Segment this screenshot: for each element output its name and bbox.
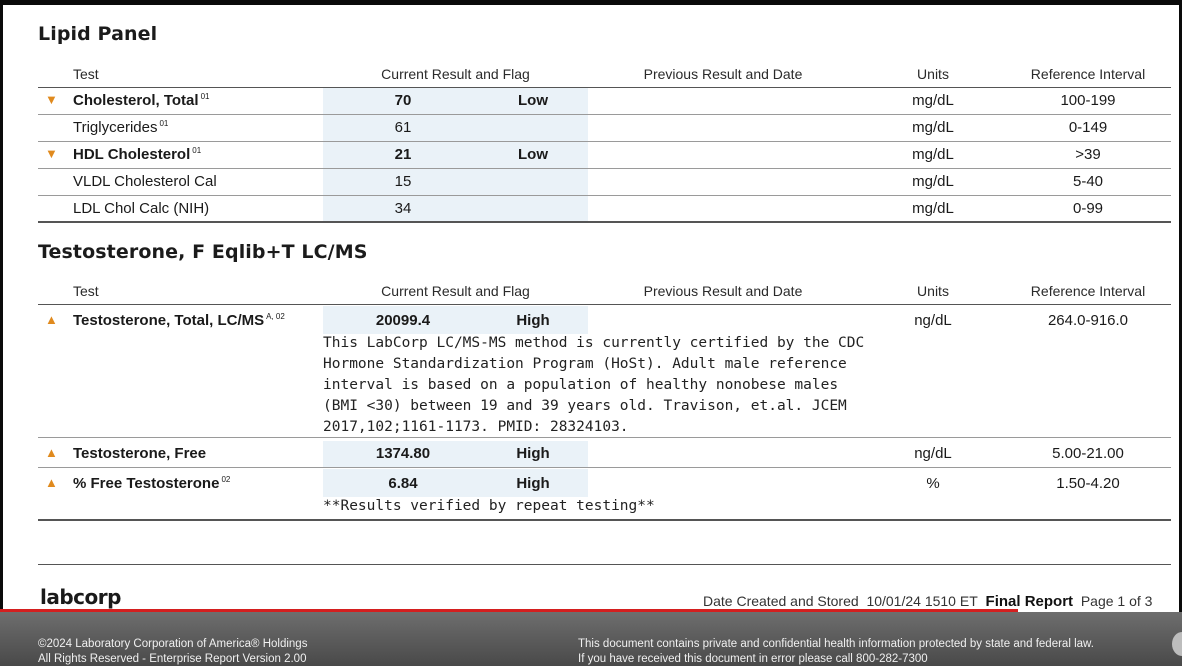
table-row: ▲ Testosterone, Total, LC/MS A, 02 20099.… <box>38 306 1171 438</box>
test-name: VLDL Cholesterol Cal <box>73 173 217 190</box>
reference-interval: 5.00-21.00 <box>1052 445 1124 462</box>
result-value: 1374.80 <box>375 445 431 462</box>
triangle-down-icon: ▼ <box>45 146 58 161</box>
result-value: 34 <box>394 200 412 217</box>
reference-interval: 264.0-916.0 <box>1047 312 1129 329</box>
units: ng/dL <box>914 312 952 329</box>
reference-interval: 1.50-4.20 <box>1056 475 1120 492</box>
date-label: Date Created and Stored <box>703 593 859 609</box>
testosterone-header-row: Test Current Result and Flag Previous Re… <box>38 277 1171 305</box>
units: mg/dL <box>912 119 954 136</box>
reference-interval: 5-40 <box>1072 173 1104 190</box>
units: % <box>926 475 940 492</box>
test-name: LDL Chol Calc (NIH) <box>73 200 210 217</box>
result-flag: High <box>516 445 550 462</box>
test-name: % Free Testosterone 02 <box>73 475 231 492</box>
report-page: Lipid Panel Test Current Result and Flag… <box>3 5 1179 666</box>
reference-interval: 100-199 <box>1060 92 1116 109</box>
test-name: Testosterone, Free <box>73 445 207 462</box>
triangle-down-icon: ▼ <box>45 92 58 107</box>
table-row: ▼ HDL Cholesterol 01 21 Low mg/dL >39 <box>38 142 1171 169</box>
report-meta: Date Created and Stored 10/01/24 1510 ET… <box>703 593 1152 610</box>
units: mg/dL <box>912 173 954 190</box>
result-flag: Low <box>518 92 548 109</box>
final-report-label: Final Report <box>985 593 1074 610</box>
labcorp-logo: labcorp <box>40 585 121 609</box>
reference-interval: 0-149 <box>1068 119 1108 136</box>
copyright-text: ©2024 Laboratory Corporation of America®… <box>38 638 308 665</box>
header-reference: Reference Interval <box>1030 283 1146 299</box>
header-previous: Previous Result and Date <box>643 283 803 299</box>
result-flag: Low <box>518 146 548 163</box>
header-reference: Reference Interval <box>1030 66 1146 82</box>
triangle-up-icon: ▲ <box>45 312 58 327</box>
triangle-up-icon: ▲ <box>45 475 58 490</box>
testosterone-title: Testosterone, F Eqlib+T LC/MS <box>38 241 368 263</box>
units: ng/dL <box>914 445 952 462</box>
result-comment: This LabCorp LC/MS-MS method is currentl… <box>323 335 865 435</box>
header-current: Current Result and Flag <box>381 283 530 299</box>
header-current: Current Result and Flag <box>381 66 530 82</box>
table-row: ▲ % Free Testosterone 02 6.84 High % 1.50… <box>38 469 1171 521</box>
result-value: 20099.4 <box>375 312 431 329</box>
result-value: 15 <box>394 173 412 190</box>
video-progress-bar[interactable] <box>0 609 1018 612</box>
header-test: Test <box>73 66 99 82</box>
date-value: 10/01/24 1510 ET <box>866 593 978 609</box>
triangle-up-icon: ▲ <box>45 445 58 460</box>
header-units: Units <box>917 66 949 82</box>
result-value: 61 <box>394 119 412 136</box>
result-value: 21 <box>394 146 412 163</box>
table-row: ▼ Cholesterol, Total 01 70 Low mg/dL 100-… <box>38 88 1171 115</box>
table-row: ▲ Testosterone, Free 1374.80 High ng/dL … <box>38 441 1171 468</box>
result-comment: **Results verified by repeat testing** <box>323 498 655 514</box>
privacy-notice: This document contains private and confi… <box>578 638 1094 665</box>
test-name: Testosterone, Total, LC/MS A, 02 <box>73 312 285 329</box>
table-row: LDL Chol Calc (NIH) 34 mg/dL 0-99 <box>38 196 1171 223</box>
table-row: Triglycerides 01 61 mg/dL 0-149 <box>38 115 1171 142</box>
test-name: Cholesterol, Total 01 <box>73 92 210 109</box>
result-value: 70 <box>394 92 412 109</box>
header-previous: Previous Result and Date <box>643 66 803 82</box>
test-name: Triglycerides 01 <box>73 119 169 136</box>
result-flag: High <box>516 475 550 492</box>
reference-interval: 0-99 <box>1072 200 1104 217</box>
test-name: HDL Cholesterol 01 <box>73 146 202 163</box>
units: mg/dL <box>912 146 954 163</box>
result-flag: High <box>516 312 550 329</box>
reference-interval: >39 <box>1075 146 1101 163</box>
table-row: VLDL Cholesterol Cal 15 mg/dL 5-40 <box>38 169 1171 196</box>
page-number: Page 1 of 3 <box>1080 593 1153 609</box>
lipid-header-row: Test Current Result and Flag Previous Re… <box>38 60 1171 88</box>
units: mg/dL <box>912 200 954 217</box>
units: mg/dL <box>912 92 954 109</box>
lipid-panel-title: Lipid Panel <box>38 23 158 45</box>
footer-divider <box>38 564 1171 565</box>
header-test: Test <box>73 283 99 299</box>
result-value: 6.84 <box>388 475 418 492</box>
header-units: Units <box>917 283 949 299</box>
